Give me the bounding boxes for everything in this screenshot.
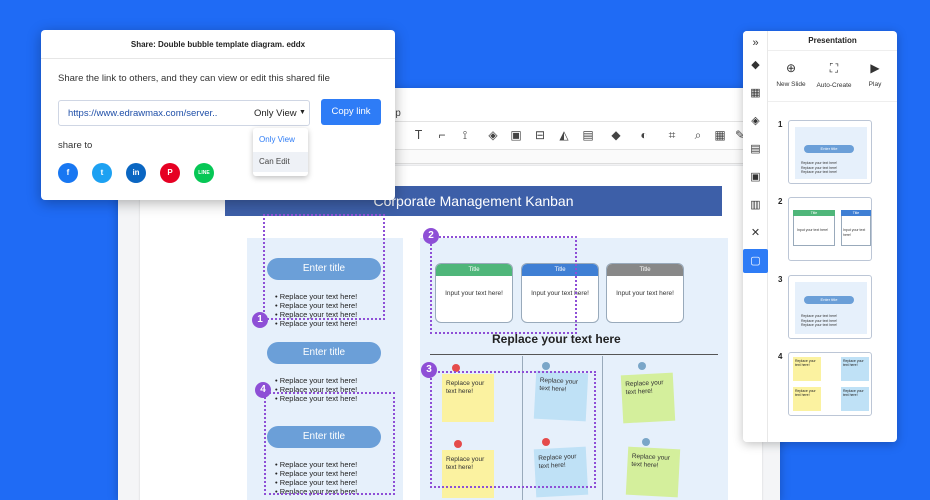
image-icon[interactable]: ▣ [747,169,764,186]
title-card[interactable]: Title Input your text here! [606,263,684,323]
play-icon: ▶ [870,61,880,75]
enter-title-pill[interactable]: Enter title [267,342,381,364]
thumb-card-head: Title [793,210,835,216]
chevron-down-icon[interactable]: ▼ [299,109,306,116]
thumb-note: Replace your text here! [841,387,869,411]
share-to-label: share to [58,140,93,151]
facebook-icon[interactable]: f [58,163,78,183]
align-icon[interactable]: ⊟ [532,127,548,143]
divider [768,101,897,102]
sticky-note[interactable]: Replace your text here! [620,372,676,424]
selection-box-4[interactable] [264,392,395,495]
flip-icon[interactable]: ◭ [556,127,572,143]
fill-color-icon[interactable]: ◆ [608,127,624,143]
copy-link-button[interactable]: Copy link [321,99,381,125]
play-label: Play [868,81,882,88]
option-only-view[interactable]: Only View [253,130,308,150]
selection-box-1[interactable] [263,214,385,320]
new-slide-button[interactable]: ⊕ New Slide [775,61,807,88]
linkedin-icon[interactable]: in [126,163,146,183]
search-icon[interactable]: ⌕ [690,127,706,143]
card-body: Input your text here! [616,290,674,297]
text-box-icon[interactable]: Ꭲ [411,127,427,143]
pointer-icon[interactable]: ⟟ [457,127,473,143]
clip-icon [642,438,650,446]
outline-icon[interactable]: ▥ [747,197,764,214]
slide-number: 4 [778,352,783,361]
thumb-note: Replace your text here! [793,357,821,381]
sticky-note[interactable]: Replace your text here! [625,446,681,498]
permission-select[interactable]: Only View [254,108,297,119]
collapse-icon[interactable]: » [747,35,764,52]
twitter-icon[interactable]: t [92,163,112,183]
column-divider [602,356,603,500]
auto-create-button[interactable]: ⛶ Auto-Create [813,61,855,89]
thumb-card-body: Input your text here! [843,228,866,237]
section-subtitle[interactable]: Replace your text here [492,332,621,346]
auto-create-icon: ⛶ [829,61,839,75]
share-dialog: Share: Double bubble template diagram. e… [41,30,395,200]
connector-icon[interactable]: ⌐ [434,127,450,143]
slide-thumbnail[interactable]: Enter title Replace your text here! Repla… [788,275,872,339]
slide-thumbnail[interactable]: Replace your text here! Replace your tex… [788,352,872,416]
side-rail: » ◆ ▦ ◈ ▤ ▣ ▥ ✕ ▢ [743,31,768,442]
slide-thumbnail[interactable]: Enter title Replace your text here! Repla… [788,120,872,184]
thumb-pill: Enter title [804,296,854,304]
thumb-note: Replace your text here! [841,357,869,381]
selection-box-2[interactable] [430,236,577,334]
thumb-note: Replace your text here! [793,387,821,411]
slide-number: 2 [778,197,783,206]
play-button[interactable]: ▶ Play [863,61,887,88]
share-link-field[interactable]: https://www.edrawmax.com/server.. Only V… [58,100,310,126]
line-icon[interactable]: LINE [194,163,214,183]
clip-icon [638,362,646,370]
crop-icon[interactable]: ⌗ [664,127,680,143]
bullet-item: Replace your text here! [275,319,358,328]
share-dialog-title: Share: Double bubble template diagram. e… [41,30,395,59]
thumb-bullets: Replace your text here! Replace your text… [801,161,838,174]
step-badge-3: 3 [421,362,437,378]
slide-number: 1 [778,120,783,129]
step-badge-2: 2 [423,228,439,244]
share-link-url[interactable]: https://www.edrawmax.com/server.. [68,108,233,119]
step-badge-1: 1 [252,312,268,328]
divider-line [430,354,718,355]
slide-thumbnail[interactable]: Title Input your text here! Title Input … [788,197,872,261]
presentation-panel: » ◆ ▦ ◈ ▤ ▣ ▥ ✕ ▢ Presentation ⊕ New Sli… [743,31,897,442]
bullet-item: Replace your text here! [275,376,358,385]
layers-icon[interactable]: ◈ [747,113,764,130]
thumb-pill: Enter title [804,145,854,153]
permission-dropdown: Only View Can Edit [253,128,308,176]
selection-box-3[interactable] [430,371,596,488]
card-header: Title [607,264,683,276]
fill-icon[interactable]: ◆ [747,57,764,74]
presentation-title: Presentation [768,31,897,51]
group-icon[interactable]: ▣ [508,127,524,143]
thumb-card-body: Input your text here! [797,228,829,232]
thumb-bullets: Replace your text here! Replace your text… [801,314,838,327]
grid-icon[interactable]: ▦ [747,85,764,102]
plus-circle-icon: ⊕ [785,61,797,75]
presentation-icon[interactable]: ▢ [743,249,768,273]
step-badge-4: 4 [255,382,271,398]
new-slide-label: New Slide [776,81,806,88]
pin-icon [542,362,550,370]
option-can-edit[interactable]: Can Edit [253,152,308,172]
image-icon[interactable]: ▤ [580,127,596,143]
shape-style-icon[interactable]: ◐ [636,127,652,143]
auto-create-label: Auto-Create [816,82,852,89]
share-description: Share the link to others, and they can v… [58,73,330,84]
pinterest-icon[interactable]: P [160,163,180,183]
slide-number: 3 [778,275,783,284]
layers-icon[interactable]: ◈ [485,127,501,143]
page-icon[interactable]: ▤ [747,141,764,158]
table-icon[interactable]: ▦ [712,127,728,143]
thumb-card-head: Title [841,210,871,216]
shuffle-icon[interactable]: ✕ [747,225,764,242]
